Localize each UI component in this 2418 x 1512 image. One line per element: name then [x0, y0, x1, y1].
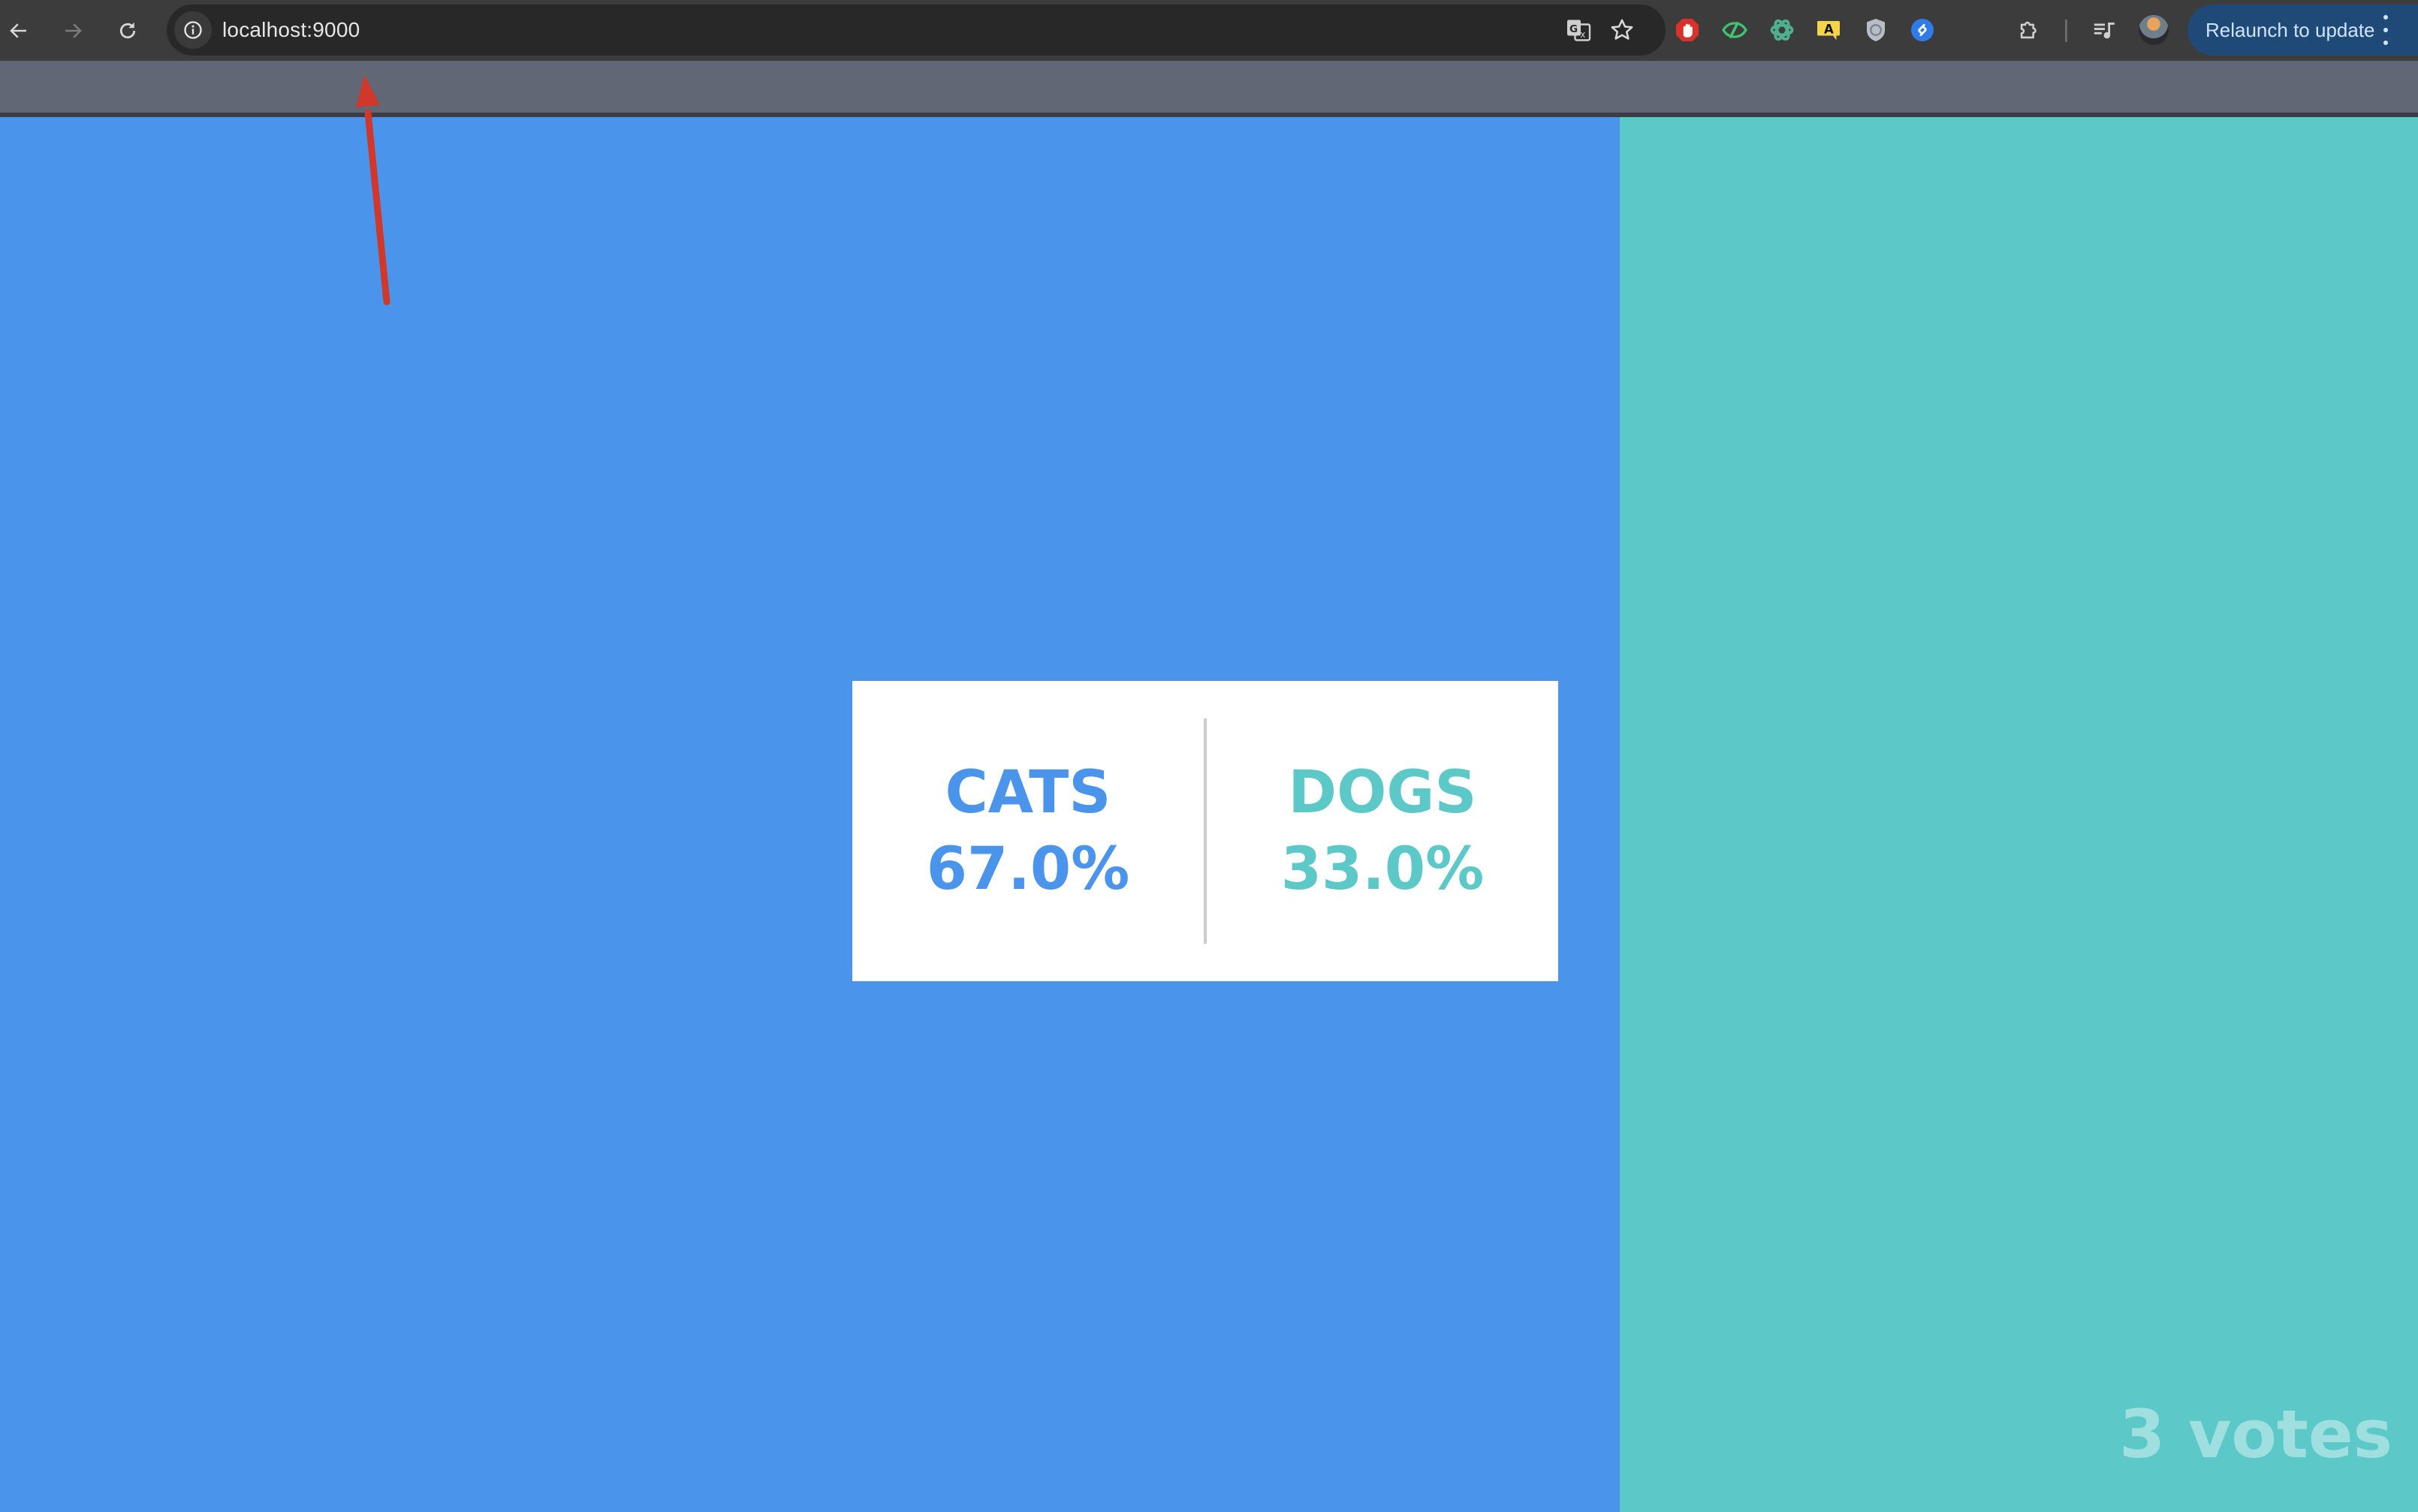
- cats-result: CATS 67.0%: [852, 754, 1204, 908]
- forward-button[interactable]: [54, 12, 92, 50]
- media-playlist-icon: [2094, 23, 2115, 39]
- info-icon: [184, 21, 202, 39]
- back-button[interactable]: [0, 12, 38, 50]
- url-text[interactable]: localhost:9000: [222, 5, 360, 56]
- toolbar-divider: [2065, 20, 2067, 42]
- bookmark-star-icon: [1611, 19, 1633, 40]
- shazam-extension[interactable]: [1906, 14, 1939, 47]
- translate-button[interactable]: G x: [1563, 15, 1593, 45]
- results-card: CATS 67.0% DOGS 33.0%: [852, 681, 1558, 981]
- shazam-icon: [1911, 19, 1934, 41]
- site-info-button[interactable]: [174, 11, 212, 49]
- reload-button[interactable]: [109, 12, 146, 50]
- reload-icon: [119, 22, 136, 39]
- address-bar[interactable]: localhost:9000 G x: [167, 5, 1666, 56]
- vote-count: 3 votes: [2119, 1396, 2392, 1473]
- adblock-extension[interactable]: [1671, 14, 1704, 47]
- chatgpt-extension[interactable]: [1765, 14, 1798, 47]
- privacy-shield-extension[interactable]: [1859, 14, 1892, 47]
- eye-slash-extension[interactable]: [1718, 14, 1751, 47]
- cats-percent: 67.0%: [926, 836, 1130, 903]
- svg-text:A: A: [1824, 23, 1834, 37]
- openai-icon: [1770, 19, 1794, 41]
- speech-a-icon: A: [1817, 21, 1840, 41]
- dogs-result: DOGS 33.0%: [1207, 754, 1558, 908]
- svg-text:x: x: [1580, 29, 1585, 40]
- dogs-result-bar: [1620, 117, 2418, 1512]
- arrow-left-icon: [10, 23, 26, 38]
- bookmark-button[interactable]: [1607, 15, 1637, 45]
- dogs-label: DOGS: [1288, 759, 1477, 827]
- cats-label: CATS: [945, 759, 1111, 827]
- page-viewport: CATS 67.0% DOGS 33.0% 3 votes: [0, 117, 2418, 1512]
- eye-slash-icon: [1722, 21, 1747, 39]
- puzzle-icon: [2020, 21, 2037, 39]
- media-controls-button[interactable]: [2088, 14, 2121, 47]
- shield-icon: [1867, 19, 1885, 41]
- relaunch-label: Relaunch to update: [2205, 19, 2375, 41]
- browser-toolbar: localhost:9000 G x A Relaunch to update: [0, 0, 2418, 61]
- arrow-right-icon: [65, 23, 82, 38]
- speech-a-extension[interactable]: A: [1812, 14, 1845, 47]
- profile-avatar[interactable]: [2139, 15, 2169, 45]
- translate-icon: G x: [1567, 20, 1591, 41]
- extensions-menu-button[interactable]: [2012, 14, 2046, 47]
- adblock-icon: [1676, 19, 1699, 41]
- dogs-percent: 33.0%: [1280, 836, 1485, 903]
- browser-infobar: [0, 61, 2418, 113]
- browser-menu-icon[interactable]: [2380, 15, 2391, 45]
- svg-text:G: G: [1569, 23, 1578, 35]
